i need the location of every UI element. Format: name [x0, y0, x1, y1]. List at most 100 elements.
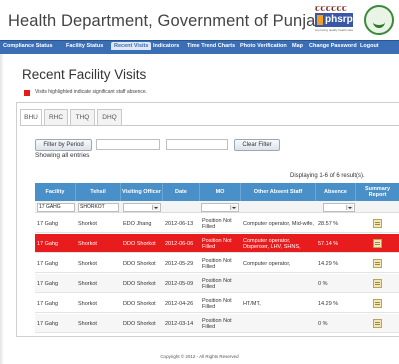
table-row: 17 Gahg Shorkot DDO Shorkot 2012-05-09 Posit… — [35, 274, 399, 293]
phsrp-logo: ꞇꞇꞇꞇꞇꞇ phsrp improving quality health ca… — [315, 4, 355, 36]
table-row: 17 Gahg Shorkot EDO Jhang 2012-06-13 Positio… — [35, 214, 399, 233]
site-title: Health Department, Government of Punjab — [8, 12, 325, 30]
officer-filter-select[interactable] — [123, 203, 161, 212]
nav-compliance-status[interactable]: Compliance Status — [3, 43, 53, 49]
cell-absence: 28.57 % — [318, 220, 339, 227]
cell-absence: 14.29 % — [318, 260, 339, 267]
page-title: Recent Facility Visits — [22, 67, 147, 82]
cell-date: 2012-04-26 — [165, 300, 194, 307]
tab-dhq[interactable]: DHQ — [97, 109, 122, 125]
displaying-results-text: Displaying 1-6 of 6 result(s). — [290, 173, 365, 179]
nav-map[interactable]: Map — [292, 43, 303, 49]
nav-photo-verification[interactable]: Photo Verification — [240, 43, 287, 49]
main-nav: Compliance Status Facility Status Recent… — [0, 40, 399, 54]
nav-recent-visits[interactable]: Recent Visits — [111, 42, 152, 50]
cell-tehsil: Shorkot — [78, 320, 97, 327]
cell-tehsil: Shorkot — [78, 220, 97, 227]
cell-mo: Position Not Filled — [202, 317, 232, 330]
cell-facility: 17 Gahg — [37, 300, 59, 307]
cell-date: 2012-05-29 — [165, 260, 194, 267]
cell-absence: 57.14 % — [318, 240, 339, 247]
cell-other — [241, 314, 316, 333]
cell-other: HT/MT, — [243, 300, 261, 307]
nav-indicators[interactable]: Indicators — [153, 43, 179, 49]
site-header: Health Department, Government of Punjab … — [0, 0, 399, 40]
showing-entries-text: Showing all entries — [35, 152, 90, 159]
col-visiting-officer[interactable]: Visiting Officer — [121, 183, 163, 201]
cell-date: 2012-06-06 — [165, 240, 194, 247]
logo-tagline: improving quality health care — [315, 28, 354, 32]
tab-thq[interactable]: THQ — [70, 109, 95, 125]
cell-tehsil: Shorkot — [78, 300, 97, 307]
col-other-absent-staff[interactable]: Other Absent Staff — [241, 183, 316, 201]
chevron-down-icon — [154, 207, 158, 209]
cell-facility: 17 Gahg — [37, 240, 59, 247]
cell-tehsil: Shorkot — [78, 260, 97, 267]
period-end-input[interactable] — [166, 139, 228, 150]
mo-filter-select[interactable] — [201, 203, 239, 212]
col-facility[interactable]: Facility — [35, 183, 76, 201]
cell-officer: DDO Shorkot — [123, 280, 156, 287]
cell-date: 2012-05-09 — [165, 280, 194, 287]
cell-mo: Position Not Filled — [202, 277, 232, 290]
col-date[interactable]: Date — [163, 183, 200, 201]
cell-absence: 0 % — [318, 280, 328, 287]
clear-filter-button[interactable]: Clear Filter — [234, 139, 280, 151]
cell-mo: Position Not Filled — [202, 217, 232, 230]
table-row: 17 Gahg Shorkot DDO Shorkot 2012-05-29 Posit… — [35, 254, 399, 273]
nav-change-password[interactable]: Change Password — [309, 43, 357, 49]
col-summary-report[interactable]: Summary Report — [356, 183, 399, 201]
cell-absence: 0 % — [318, 320, 328, 327]
cell-officer: DDO Shorkot — [123, 300, 156, 307]
cell-absence: 14.29 % — [318, 300, 339, 307]
cell-facility: 17 Gahg — [37, 280, 59, 287]
col-absence[interactable]: Absence — [316, 183, 356, 201]
table-row: 17 Gahg Shorkot DDO Shorkot 2012-03-14 Posit… — [35, 314, 399, 333]
cell-facility: 17 Gahg — [37, 220, 59, 227]
cell-mo: Position Not Filled — [202, 237, 232, 250]
summary-report-icon[interactable] — [373, 319, 382, 328]
cell-tehsil: Shorkot — [78, 280, 97, 287]
tab-rhc[interactable]: RHC — [44, 109, 68, 125]
cell-facility: 17 Gahg — [37, 320, 59, 327]
chevron-down-icon — [348, 207, 352, 209]
col-tehsil[interactable]: Tehsil — [76, 183, 121, 201]
cell-other — [241, 274, 316, 293]
summary-report-icon[interactable] — [373, 239, 382, 248]
cell-officer: DDO Shorkot — [123, 320, 156, 327]
cell-other: Computer operator, Dispenser, LHV, SHNS, — [243, 237, 301, 250]
table-header: Facility Tehsil Visiting Officer Date MO… — [35, 183, 399, 201]
table-row: 17 Gahg Shorkot DDO Shorkot 2012-04-26 Posit… — [35, 294, 399, 313]
summary-report-icon[interactable] — [373, 279, 382, 288]
legend-text: Visits highlighted indicate significant … — [35, 89, 148, 95]
col-mo[interactable]: MO — [200, 183, 241, 201]
cell-date: 2012-06-13 — [165, 220, 194, 227]
nav-time-trend-charts[interactable]: Time Trend Charts — [187, 43, 235, 49]
summary-report-icon[interactable] — [373, 299, 382, 308]
summary-report-icon[interactable] — [373, 219, 382, 228]
filter-by-period-button[interactable]: Filter by Period — [35, 139, 92, 151]
table-filter-row: 17 GAHG SHORKOT — [35, 201, 399, 213]
cell-other: Computer operator, — [243, 260, 291, 267]
summary-report-icon[interactable] — [373, 259, 382, 268]
nav-facility-status[interactable]: Facility Status — [66, 43, 103, 49]
cell-other: Computer operator, Mid-wife, — [243, 220, 314, 227]
cell-officer: EDO Jhang — [123, 220, 152, 227]
footer-copyright: Copyright © 2012 - All Rights Reserved — [160, 354, 239, 359]
cell-tehsil: Shorkot — [78, 240, 97, 247]
cell-facility: 17 Gahg — [37, 260, 59, 267]
page-edge-shadow — [0, 54, 4, 364]
period-start-input[interactable] — [96, 139, 160, 150]
absence-filter-select[interactable] — [323, 203, 355, 212]
cell-mo: Position Not Filled — [202, 297, 232, 310]
facility-filter-input[interactable]: 17 GAHG — [37, 203, 75, 212]
tab-divider — [20, 125, 399, 126]
legend-swatch — [24, 90, 30, 96]
logo-text: phsrp — [325, 14, 353, 25]
cell-officer: DDO Shorkot — [123, 260, 156, 267]
punjab-seal-logo — [364, 5, 394, 35]
tehsil-filter-input[interactable]: SHORKOT — [78, 203, 119, 212]
cell-date: 2012-03-14 — [165, 320, 194, 327]
tab-bhu[interactable]: BHU — [20, 109, 42, 126]
nav-logout[interactable]: Logout — [360, 43, 379, 49]
